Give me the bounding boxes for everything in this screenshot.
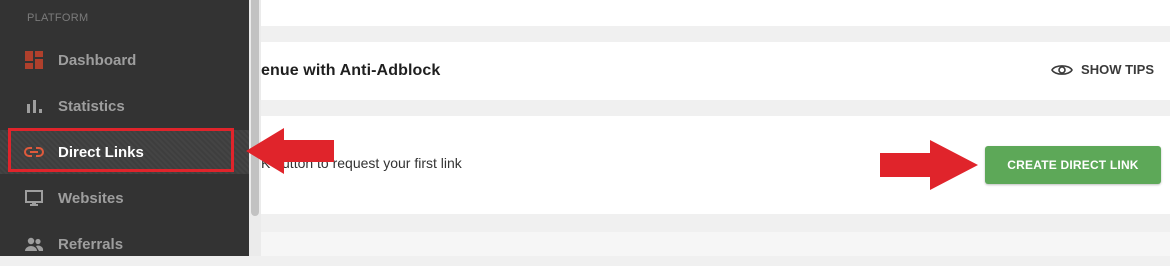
dashboard-icon	[24, 50, 44, 70]
sidebar-item-label: Statistics	[58, 97, 125, 115]
instruction-text: K button to request your first link	[261, 155, 462, 171]
sidebar-section-label: PLATFORM	[27, 12, 89, 24]
show-tips-button[interactable]: SHOW TIPS	[1051, 62, 1154, 77]
sidebar-item-referrals[interactable]: Referrals	[0, 222, 249, 266]
sidebar-item-statistics[interactable]: Statistics	[0, 84, 249, 128]
people-icon	[24, 234, 44, 254]
bar-chart-icon	[24, 96, 44, 116]
sidebar: PLATFORM Dashboard Statistics Direct Lin…	[0, 0, 249, 256]
link-icon	[24, 142, 44, 162]
sidebar-item-label: Websites	[58, 189, 124, 207]
sidebar-item-label: Direct Links	[58, 143, 144, 161]
sidebar-item-label: Referrals	[58, 235, 124, 253]
show-tips-label: SHOW TIPS	[1081, 62, 1154, 77]
sidebar-item-label: Dashboard	[58, 51, 137, 69]
header-card: enue with Anti-Adblock SHOW TIPS	[261, 42, 1170, 100]
scrollbar-thumb[interactable]	[251, 0, 259, 216]
direct-links-card: K button to request your first link CREA…	[261, 116, 1170, 214]
page-title: enue with Anti-Adblock	[261, 62, 441, 79]
top-card	[261, 0, 1170, 26]
bottom-card	[261, 232, 1170, 256]
sidebar-item-direct-links[interactable]: Direct Links	[0, 130, 249, 174]
create-direct-link-button[interactable]: CREATE DIRECT LINK	[985, 146, 1161, 184]
eye-icon	[1051, 64, 1073, 75]
sidebar-item-dashboard[interactable]: Dashboard	[0, 38, 249, 82]
sidebar-item-websites[interactable]: Websites	[0, 176, 249, 220]
monitor-icon	[24, 188, 44, 208]
